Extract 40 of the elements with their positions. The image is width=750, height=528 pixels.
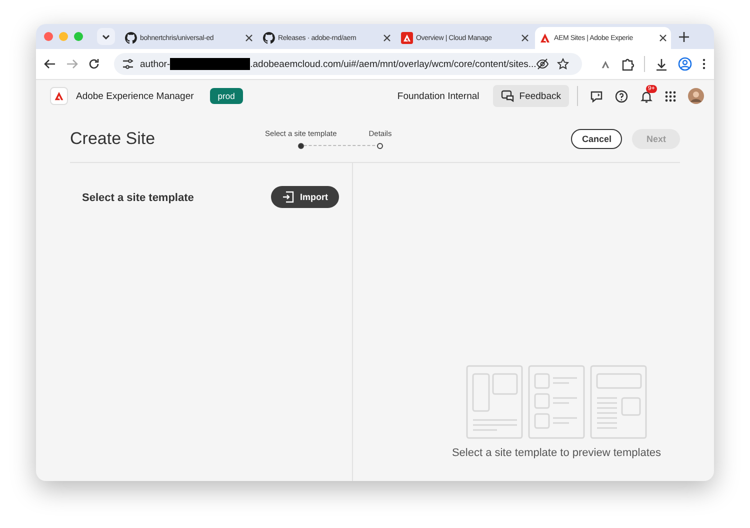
eye-crossed-icon[interactable] bbox=[536, 58, 550, 70]
bell-icon[interactable] bbox=[640, 90, 653, 102]
close-tab-icon[interactable] bbox=[521, 34, 529, 42]
section-title: Select a site template bbox=[82, 192, 194, 204]
extension-icon[interactable] bbox=[600, 58, 611, 70]
chat-icon[interactable] bbox=[590, 90, 603, 102]
github-icon bbox=[125, 32, 137, 44]
close-tab-icon[interactable] bbox=[383, 34, 391, 42]
new-tab-icon[interactable] bbox=[679, 32, 689, 42]
avatar[interactable] bbox=[688, 88, 704, 104]
close-tab-icon[interactable] bbox=[659, 34, 667, 42]
cancel-button[interactable]: Cancel bbox=[570, 129, 622, 149]
download-icon[interactable] bbox=[655, 58, 668, 70]
app-name: Adobe Experience Manager bbox=[76, 90, 194, 102]
page-title: Create Site bbox=[70, 129, 156, 149]
environment-badge: prod bbox=[210, 88, 243, 104]
organization-name[interactable]: Foundation Internal bbox=[397, 90, 480, 102]
profile-icon[interactable] bbox=[678, 57, 692, 71]
puzzle-icon[interactable] bbox=[621, 58, 634, 70]
import-icon bbox=[282, 191, 294, 203]
import-button[interactable]: Import bbox=[271, 186, 339, 208]
adobe-logo-icon bbox=[539, 32, 551, 44]
star-icon[interactable] bbox=[557, 58, 570, 70]
more-icon[interactable] bbox=[702, 58, 706, 70]
back-icon[interactable] bbox=[44, 58, 56, 70]
close-tab-icon[interactable] bbox=[245, 34, 253, 42]
tab-search-button[interactable] bbox=[97, 28, 115, 45]
url-text: author- bbox=[140, 58, 170, 70]
reload-icon[interactable] bbox=[88, 58, 100, 70]
apps-grid-icon[interactable] bbox=[665, 90, 676, 102]
feedback-icon bbox=[501, 90, 514, 102]
adobe-logo-icon bbox=[50, 87, 68, 105]
help-icon[interactable] bbox=[615, 90, 628, 102]
empty-state-message: Select a site template to preview templates bbox=[452, 447, 662, 459]
adobe-logo-icon bbox=[401, 32, 413, 44]
address-bar[interactable]: author- .adobeaemcloud.com/ui#/aem/mnt/overlay/wcm/core/content/sites... bbox=[114, 53, 582, 75]
feedback-button[interactable]: Feedback bbox=[493, 85, 569, 107]
site-settings-icon[interactable] bbox=[122, 58, 134, 70]
url-text: .adobeaemcloud.com/ui#/aem/mnt/overlay/wcm/core/content/sites... bbox=[250, 58, 536, 70]
github-icon bbox=[263, 32, 275, 44]
